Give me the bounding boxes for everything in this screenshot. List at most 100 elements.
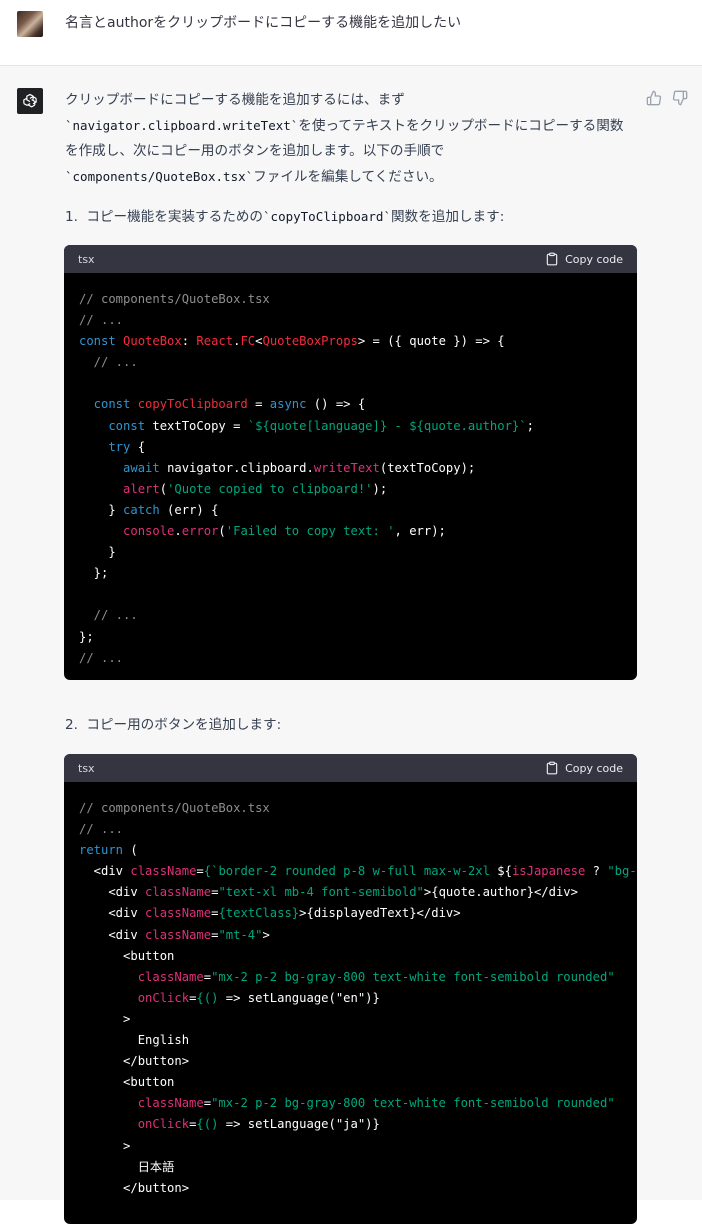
code-token: (err) { <box>159 502 219 517</box>
code-token: const <box>79 334 124 349</box>
step-1-number: 1. <box>65 209 78 225</box>
copy-code-label-1: Copy code <box>565 252 623 266</box>
code-token: > <box>262 927 270 942</box>
code-token: > = ({ quote }) => { <box>357 334 505 349</box>
code-token: className <box>130 864 197 879</box>
code-token: // ... <box>79 650 124 665</box>
code-token: onClick <box>79 990 190 1005</box>
code-token: // components/QuoteBox.tsx <box>79 801 270 815</box>
code-token: "mx-2 p-2 bg-gray-800 text-white font-se… <box>211 1096 615 1111</box>
intro-inline-code-writetext: `navigator.clipboard.writeText` <box>65 118 299 133</box>
code-line: <button <box>79 946 622 967</box>
code-line: className="mx-2 p-2 bg-gray-800 text-whi… <box>79 967 622 988</box>
code-token: : <box>181 334 197 349</box>
code-block-1-header: tsx Copy code <box>64 245 637 273</box>
code-block-2-body[interactable]: // components/QuoteBox.tsx // ... return (… <box>64 782 637 1215</box>
code-token: {textClass} <box>218 906 300 921</box>
code-token: ( <box>159 481 168 496</box>
code-line: <div className="mt-4"> <box>79 925 622 946</box>
code-token: return <box>79 843 124 858</box>
code-token: 'Quote copied to clipboard!' <box>167 481 373 496</box>
code-line: const QuoteBox: React.FC<QuoteBoxProps> … <box>79 331 622 352</box>
code-token: <div <box>79 885 146 900</box>
step-1-text-a: コピー機能を実装するための <box>86 209 264 225</box>
clipboard-icon <box>546 761 558 775</box>
assistant-message-row: クリップボードにコピーする機能を追加するには、まず `navigator.cli… <box>0 66 702 1224</box>
code-line: // ... <box>79 310 622 331</box>
thumbs-up-icon[interactable] <box>646 90 662 106</box>
code-token: <div <box>79 927 146 942</box>
code-token: className <box>79 969 204 984</box>
assistant-avatar <box>17 88 43 114</box>
code-token: "mt-4" <box>218 927 263 942</box>
code-token: "mx-2 p-2 bg-gray-800 text-white font-se… <box>211 969 615 984</box>
code-line: <div className={`border-2 rounded p-8 w-… <box>79 861 637 882</box>
code-token: => setLanguage("ja")} <box>225 1117 380 1132</box>
intro-line-2: を使ってテキストをクリップボードにコピーする関数 <box>298 118 624 134</box>
thumbs-down-icon[interactable] <box>672 90 688 106</box>
code-token: }; <box>79 566 109 581</box>
code-line: // components/QuoteBox.tsx <box>79 798 622 819</box>
code-line: <div className="text-xl mb-4 font-semibo… <box>79 882 622 903</box>
code-token: (textToCopy); <box>379 460 476 475</box>
step-2: 2. コピー用のボタンを追加します: <box>65 713 281 733</box>
code-line: > <box>79 1136 622 1157</box>
code-token: isJapanese <box>511 864 586 879</box>
code-line: // ... <box>79 352 622 373</box>
code-block-2-language: tsx <box>78 761 95 775</box>
code-token: () => { <box>306 397 366 412</box>
code-line: onClick={() => setLanguage("ja")} <box>79 1114 622 1135</box>
step-2-text: コピー用のボタンを追加します: <box>86 717 282 733</box>
code-token: FC <box>240 334 256 349</box>
code-token: </button> <box>79 1180 190 1195</box>
code-token: alert <box>79 481 160 496</box>
code-token: >{displayedText}</div> <box>299 906 461 921</box>
code-token: ? <box>585 864 608 879</box>
code-line: }; <box>79 627 622 648</box>
user-avatar <box>17 11 43 37</box>
code-token: {`border-2 rounded p-8 w-full max-w-2xl <box>203 864 498 879</box>
code-token: // ... <box>79 355 138 370</box>
code-token: className <box>145 885 212 900</box>
intro-line-1: クリップボードにコピーする機能を追加するには、まず <box>65 92 405 108</box>
code-line: <button <box>79 1072 622 1093</box>
openai-logo-icon <box>23 93 37 108</box>
code-token: navigator.clipboard. <box>167 460 314 475</box>
code-token: 'Failed to copy text: ' <box>225 524 395 539</box>
code-token: className <box>145 906 212 921</box>
code-line: 日本語 <box>79 1157 622 1178</box>
code-line: // ... <box>79 819 622 840</box>
code-line: <div className={textClass}>{displayedTex… <box>79 903 622 924</box>
code-token: > <box>79 1011 131 1026</box>
feedback-controls <box>646 90 688 106</box>
code-token: "text-xl mb-4 font-semibold" <box>218 885 424 900</box>
code-token: try <box>79 439 131 454</box>
copy-code-button-2[interactable]: Copy code <box>545 761 623 775</box>
code-line: // components/QuoteBox.tsx <box>79 289 622 310</box>
code-line: return ( <box>79 840 622 861</box>
code-token: error <box>181 524 219 539</box>
code-token: QuoteBox <box>123 334 182 349</box>
code-line: className="mx-2 p-2 bg-gray-800 text-whi… <box>79 1093 622 1114</box>
code-token: ( <box>123 843 138 858</box>
intro-line-3: を作成し、次にコピー用のボタンを追加します。以下の手順で <box>65 143 445 159</box>
code-token: { <box>130 439 146 454</box>
code-token: await <box>79 460 168 475</box>
code-token: {() <box>196 990 226 1005</box>
code-token: 日本語 <box>79 1159 175 1174</box>
code-token: = <box>203 1096 212 1111</box>
code-line: </button> <box>79 1178 622 1199</box>
code-token: <button <box>79 948 175 963</box>
copy-code-button-1[interactable]: Copy code <box>545 252 623 266</box>
code-token: copyToClipboard <box>137 397 248 412</box>
code-token: // ... <box>79 608 138 623</box>
code-block-1: tsx Copy code // components/QuoteBox.tsx… <box>64 245 637 680</box>
code-token: } <box>79 502 124 517</box>
code-line: } <box>79 542 622 563</box>
code-block-1-language: tsx <box>78 252 95 266</box>
code-block-1-body[interactable]: // components/QuoteBox.tsx // ... const Qu… <box>64 273 637 680</box>
code-line: > <box>79 1009 622 1030</box>
code-line: console.error('Failed to copy text: ', e… <box>79 521 622 542</box>
code-line: const copyToClipboard = async () => { <box>79 394 622 415</box>
